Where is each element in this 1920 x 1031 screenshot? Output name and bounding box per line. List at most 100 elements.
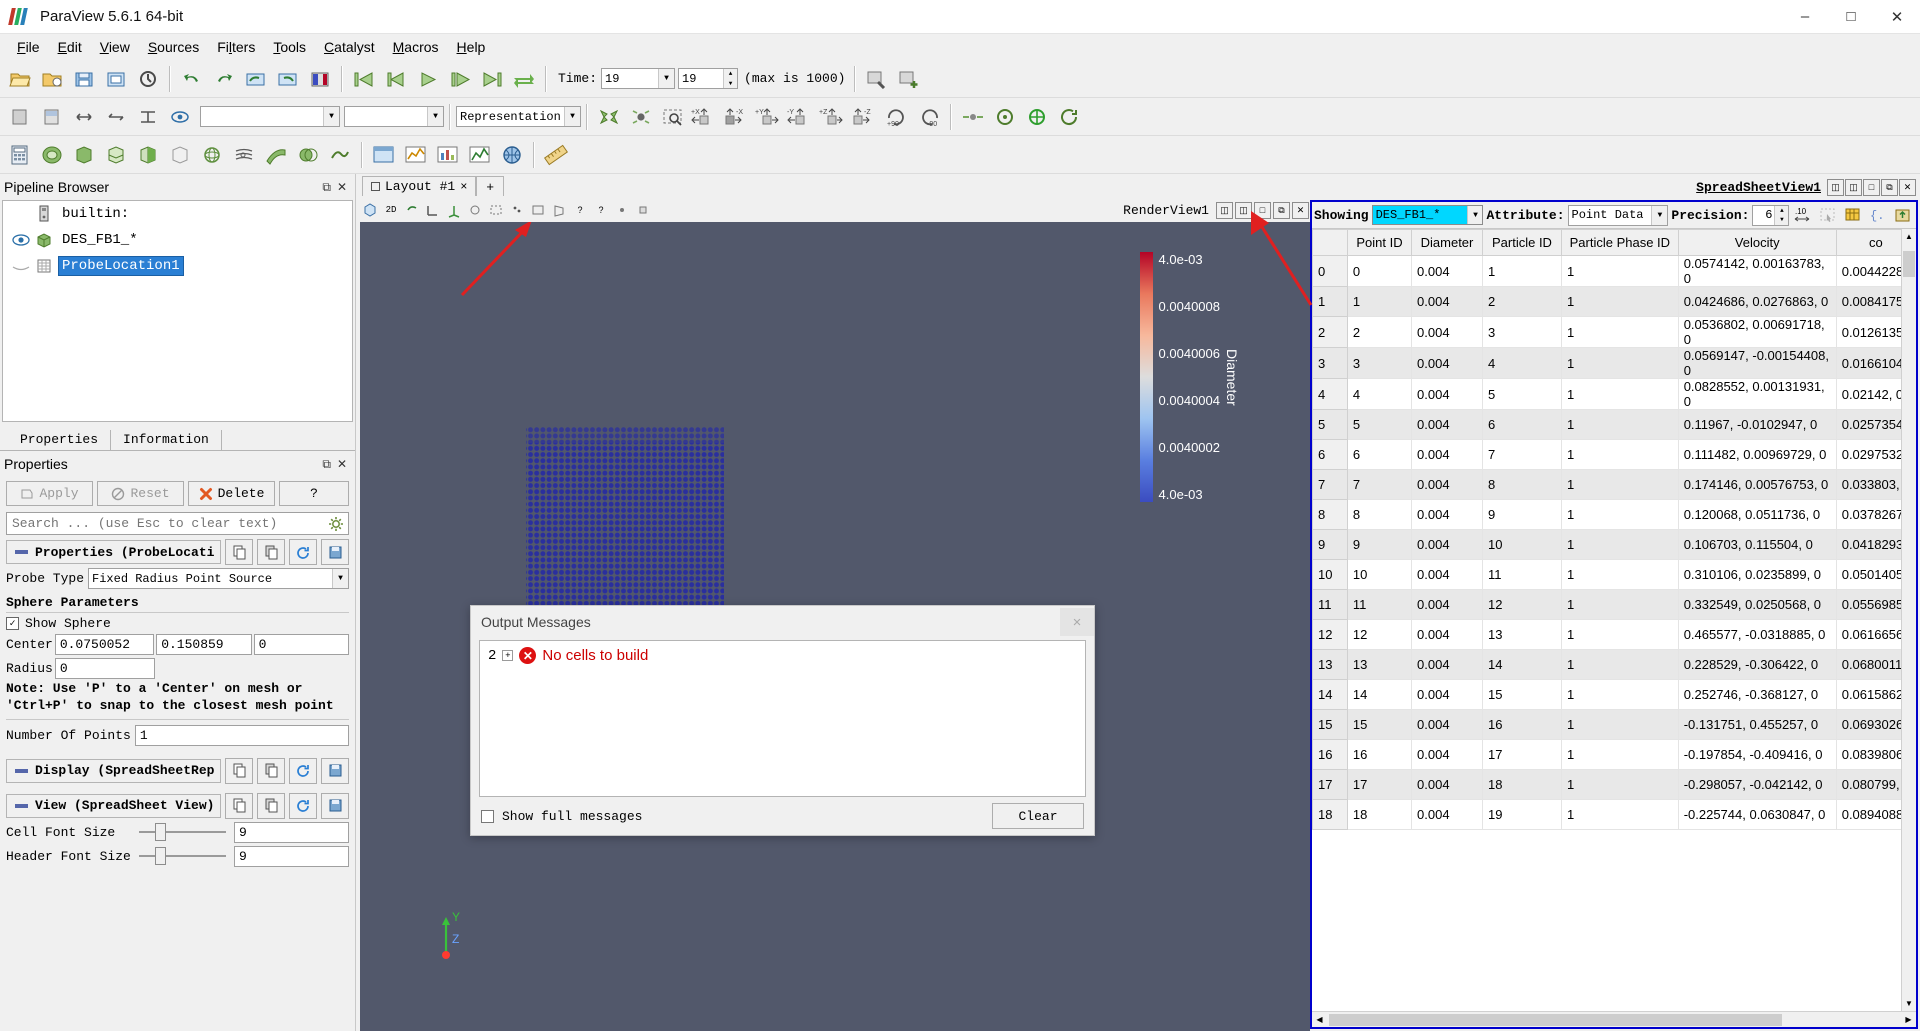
cell-particle-id[interactable]: 3	[1481, 316, 1562, 348]
toggle-scientific-icon[interactable]: .10	[1792, 204, 1814, 226]
cell-index[interactable]: 1	[1312, 286, 1348, 317]
cell-phase-id[interactable]: 1	[1560, 529, 1679, 560]
view-direction-minus-x-icon[interactable]: -X	[722, 102, 752, 132]
view-direction-plus-y-icon[interactable]: +Y	[754, 102, 784, 132]
undock-view-icon[interactable]: ⧉	[1273, 201, 1290, 219]
cell-point-id[interactable]: 6	[1346, 439, 1413, 470]
menu-item-file[interactable]: File	[8, 36, 49, 58]
properties-close-icon[interactable]: ✕	[337, 457, 347, 472]
header-font-size-slider[interactable]	[139, 846, 226, 866]
close-view-icon[interactable]: ✕	[1899, 178, 1916, 196]
maximize-view-icon[interactable]: □	[1254, 201, 1271, 219]
redo-icon[interactable]	[209, 64, 239, 94]
cell-velocity[interactable]: 0.310106, 0.0235899, 0	[1677, 559, 1837, 590]
cell-font-size-input[interactable]: 9	[234, 821, 349, 843]
table-row[interactable]: 15 15 0.004 16 1 -0.131751, 0.455257, 0 0.0693…	[1312, 709, 1916, 740]
save-data-icon[interactable]	[69, 64, 99, 94]
cell-diameter[interactable]: 0.004	[1411, 769, 1483, 800]
cell-diameter[interactable]: 0.004	[1411, 799, 1483, 830]
color-component-combo[interactable]: ▼	[344, 106, 444, 127]
cell-particle-id[interactable]: 11	[1481, 559, 1562, 590]
representation-combo[interactable]: Representation ▼	[456, 106, 581, 127]
cell-phase-id[interactable]: 1	[1560, 378, 1679, 410]
close-icon[interactable]: ×	[1060, 608, 1094, 636]
bar-chart-view-icon[interactable]	[433, 140, 463, 170]
cell-point-id[interactable]: 5	[1346, 409, 1413, 440]
column-header-diameter[interactable]: Diameter	[1411, 229, 1483, 256]
gear-icon[interactable]	[324, 516, 348, 532]
redo-camera-icon[interactable]	[273, 64, 303, 94]
cell-phase-id[interactable]: 1	[1560, 709, 1679, 740]
cell-diameter[interactable]: 0.004	[1411, 739, 1483, 770]
cell-diameter[interactable]: 0.004	[1411, 709, 1483, 740]
save-view-defaults-icon[interactable]	[321, 792, 349, 819]
copy-properties-icon[interactable]	[225, 539, 253, 565]
ruler-icon[interactable]	[541, 140, 571, 170]
output-messages-dialog[interactable]: Output Messages × 2 + ✕ No cells to buil…	[470, 605, 1095, 836]
cell-phase-id[interactable]: 1	[1560, 316, 1679, 348]
column-header-velocity[interactable]: Velocity	[1677, 229, 1837, 256]
table-row[interactable]: 11 11 0.004 12 1 0.332549, 0.0250568, 0 0.0556…	[1312, 589, 1916, 620]
cell-particle-id[interactable]: 4	[1481, 347, 1562, 379]
probe-section-header[interactable]: Properties (ProbeLocati	[6, 540, 221, 564]
cell-diameter[interactable]: 0.004	[1411, 589, 1483, 620]
chevron-down-icon[interactable]: ▼	[564, 107, 580, 126]
cell-velocity[interactable]: 0.332549, 0.0250568, 0	[1677, 589, 1837, 620]
column-header-particle-id[interactable]: Particle ID	[1481, 229, 1562, 256]
cell-particle-id[interactable]: 13	[1481, 619, 1562, 650]
restore-display-defaults-icon[interactable]	[289, 757, 317, 784]
select-through-icon[interactable]	[528, 200, 548, 220]
cell-particle-id[interactable]: 18	[1481, 769, 1562, 800]
cell-point-id[interactable]: 15	[1346, 709, 1413, 740]
cell-phase-id[interactable]: 1	[1560, 469, 1679, 500]
pipeline-close-icon[interactable]: ✕	[337, 180, 347, 195]
table-row[interactable]: 8 8 0.004 9 1 0.120068, 0.0511736, 0 0.0378267	[1312, 499, 1916, 530]
cell-index[interactable]: 12	[1312, 619, 1348, 650]
cell-particle-id[interactable]: 17	[1481, 739, 1562, 770]
paste-properties-icon[interactable]	[257, 539, 285, 565]
cell-point-id[interactable]: 11	[1346, 589, 1413, 620]
undo-camera-icon[interactable]	[241, 64, 271, 94]
message-list[interactable]: 2 + ✕ No cells to build	[479, 640, 1086, 797]
pick-center-icon[interactable]	[1022, 102, 1052, 132]
chevron-down-icon[interactable]: ▼	[323, 107, 339, 126]
split-vertical-icon[interactable]: ◫	[1845, 178, 1862, 196]
table-row[interactable]: 9 9 0.004 10 1 0.106703, 0.115504, 0 0.0418293	[1312, 529, 1916, 560]
table-row[interactable]: 7 7 0.004 8 1 0.174146, 0.00576753, 0 0.033803…	[1312, 469, 1916, 500]
menu-item-edit[interactable]: Edit	[49, 36, 91, 58]
center-y-input[interactable]: 0.150859	[156, 634, 252, 655]
cell-diameter[interactable]: 0.004	[1411, 559, 1483, 590]
view-direction-plus-z-icon[interactable]: +Z	[818, 102, 848, 132]
cell-index[interactable]: 13	[1312, 649, 1348, 680]
chevron-down-icon[interactable]: ▼	[658, 69, 675, 88]
cell-index[interactable]: 2	[1312, 316, 1348, 348]
cell-velocity[interactable]: 0.0574142, 0.00163783, 0	[1677, 255, 1837, 287]
cell-point-id[interactable]: 10	[1346, 559, 1413, 590]
color-array-combo[interactable]: ▼	[200, 106, 340, 127]
table-row[interactable]: 6 6 0.004 7 1 0.111482, 0.00969729, 0 0.029753…	[1312, 439, 1916, 470]
scroll-thumb[interactable]	[1903, 251, 1915, 277]
cell-phase-id[interactable]: 1	[1560, 409, 1679, 440]
cell-particle-id[interactable]: 6	[1481, 409, 1562, 440]
cell-particle-id[interactable]: 12	[1481, 589, 1562, 620]
cell-diameter[interactable]: 0.004	[1411, 316, 1483, 348]
cell-index[interactable]: 7	[1312, 469, 1348, 500]
quartile-chart-view-icon[interactable]	[465, 140, 495, 170]
cell-point-id[interactable]: 13	[1346, 649, 1413, 680]
cell-index[interactable]: 0	[1312, 255, 1348, 287]
contour-icon[interactable]	[37, 140, 67, 170]
frustum-select-icon[interactable]	[549, 200, 569, 220]
color-map-editor-icon[interactable]	[305, 64, 335, 94]
undo-icon[interactable]	[177, 64, 207, 94]
table-row[interactable]: 2 2 0.004 3 1 0.0536802, 0.00691718, 0 0.01261…	[1312, 316, 1916, 348]
rotate-90-ccw-icon[interactable]: +90	[882, 102, 912, 132]
warp-icon[interactable]	[261, 140, 291, 170]
cell-point-id[interactable]: 0	[1346, 255, 1413, 287]
center-x-input[interactable]: 0.0750052	[54, 634, 155, 655]
menu-item-tools[interactable]: Tools	[264, 36, 315, 58]
cell-index[interactable]: 9	[1312, 529, 1348, 560]
select-block-icon[interactable]: ?	[570, 200, 590, 220]
slice-icon[interactable]	[101, 140, 131, 170]
header-font-size-input[interactable]: 9	[234, 845, 349, 867]
pipeline-item-probelocation1[interactable]: ProbeLocation1	[3, 253, 352, 279]
